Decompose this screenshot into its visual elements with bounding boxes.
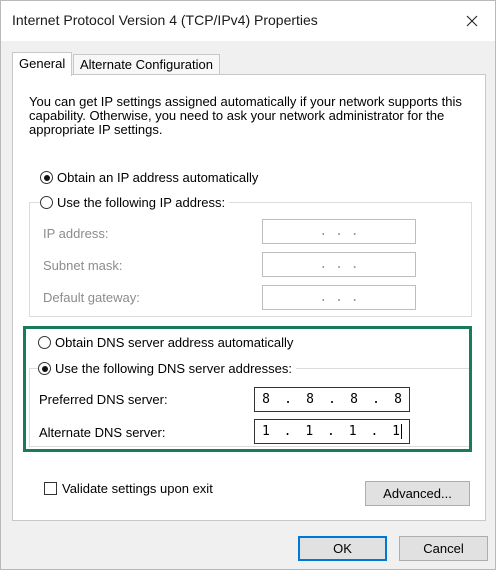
validate-settings-label: Validate settings upon exit <box>62 481 213 496</box>
description-text: You can get IP settings assigned automat… <box>29 94 462 137</box>
octet: 8 <box>350 392 358 407</box>
default-gateway-value: . . . <box>319 290 359 305</box>
dot-separator: . <box>370 424 379 439</box>
radio-selected-icon <box>40 171 53 184</box>
close-button[interactable] <box>455 6 489 36</box>
use-following-dns-radio[interactable]: Use the following DNS server addresses: <box>38 361 296 376</box>
radio-unselected-icon <box>38 336 51 349</box>
ip-address-value: . . . <box>319 224 359 239</box>
text-cursor <box>400 424 402 439</box>
radio-selected-icon <box>38 362 51 375</box>
ok-button[interactable]: OK <box>298 536 387 561</box>
dot-separator: . <box>372 392 380 407</box>
default-gateway-input[interactable]: . . . <box>262 285 416 310</box>
title-bar: Internet Protocol Version 4 (TCP/IPv4) P… <box>1 1 495 41</box>
dot-separator: . <box>284 392 292 407</box>
subnet-mask-value: . . . <box>319 257 359 272</box>
subnet-mask-label: Subnet mask: <box>43 258 123 273</box>
obtain-dns-auto-radio[interactable]: Obtain DNS server address automatically <box>38 335 293 350</box>
tab-general[interactable]: General <box>12 52 73 76</box>
advanced-button[interactable]: Advanced... <box>365 481 470 506</box>
validate-settings-checkbox[interactable]: Validate settings upon exit <box>44 481 213 496</box>
dot-separator: . <box>327 424 335 439</box>
checkbox-unchecked-icon <box>44 482 57 495</box>
obtain-dns-auto-label: Obtain DNS server address automatically <box>55 335 294 350</box>
ip-address-input[interactable]: . . . <box>262 219 416 244</box>
obtain-ip-auto-label: Obtain an IP address automatically <box>57 170 259 185</box>
dot-separator: . <box>328 392 336 407</box>
window-title: Internet Protocol Version 4 (TCP/IPv4) P… <box>12 12 318 28</box>
use-following-ip-radio[interactable]: Use the following IP address: <box>40 195 230 210</box>
use-following-ip-label: Use the following IP address: <box>57 195 226 210</box>
use-following-dns-label: Use the following DNS server addresses: <box>55 361 292 376</box>
alternate-dns-label: Alternate DNS server: <box>39 425 166 440</box>
octet: 1 <box>261 424 270 439</box>
octet: 8 <box>394 392 402 407</box>
preferred-dns-input[interactable]: 8 . 8 . 8 . 8 <box>254 387 410 412</box>
general-tab-panel: You can get IP settings assigned automat… <box>12 74 486 521</box>
cancel-button[interactable]: Cancel <box>399 536 488 561</box>
preferred-dns-label: Preferred DNS server: <box>39 392 168 407</box>
obtain-ip-auto-radio[interactable]: Obtain an IP address automatically <box>40 170 258 185</box>
close-icon <box>466 15 478 27</box>
tab-alternate-configuration[interactable]: Alternate Configuration <box>73 54 220 75</box>
ip-address-label: IP address: <box>43 226 109 241</box>
tcpipv4-properties-dialog: Internet Protocol Version 4 (TCP/IPv4) P… <box>0 0 496 570</box>
octet: 1 <box>305 424 314 439</box>
alternate-dns-input[interactable]: 1 . 1 . 1 . 1 <box>254 419 410 444</box>
subnet-mask-input[interactable]: . . . <box>262 252 416 277</box>
radio-unselected-icon <box>40 196 53 209</box>
dot-separator: . <box>283 424 292 439</box>
octet: 1 <box>392 424 400 439</box>
octet: 8 <box>262 392 270 407</box>
default-gateway-label: Default gateway: <box>43 290 140 305</box>
octet: 8 <box>306 392 314 407</box>
octet: 1 <box>348 424 357 439</box>
